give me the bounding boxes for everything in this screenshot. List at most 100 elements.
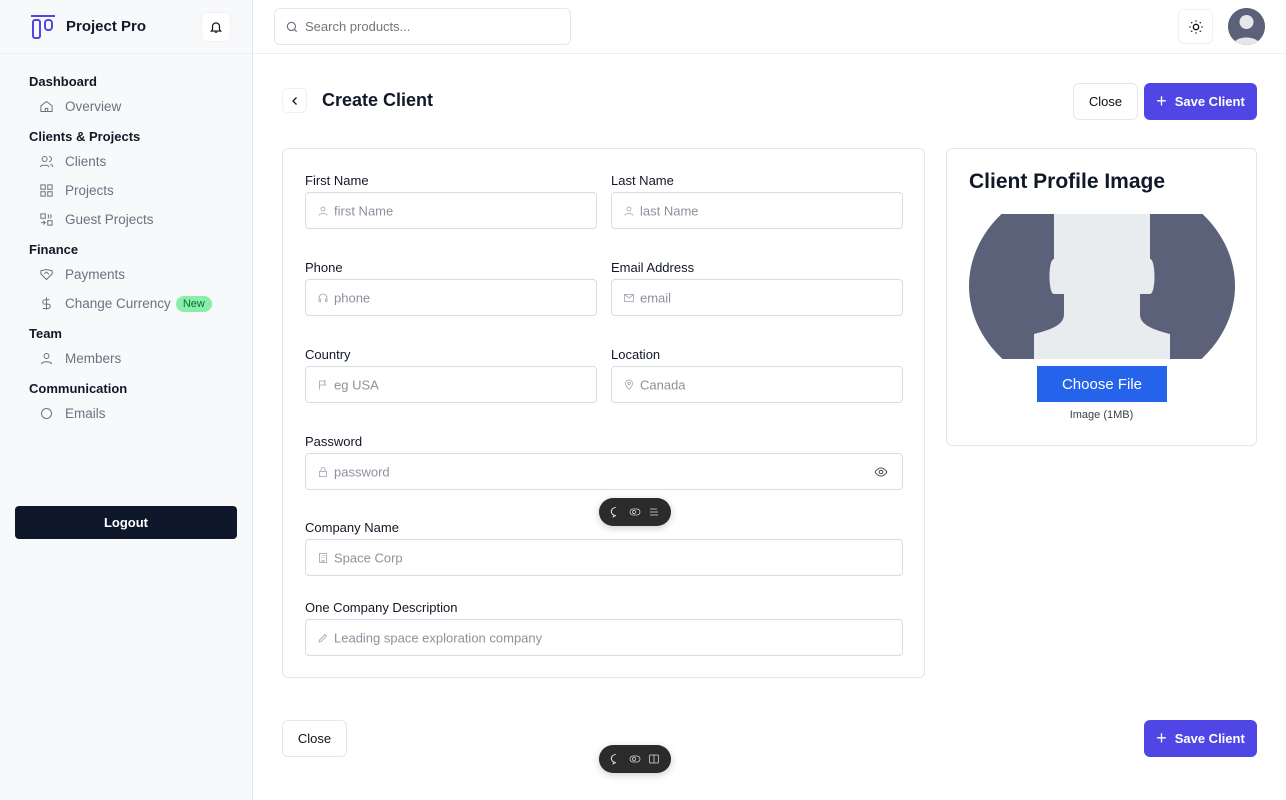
sidebar-section-title: Clients & Projects — [29, 129, 141, 144]
sidebar-item-label: Payments — [65, 267, 126, 282]
first-name-input-wrap: first Name — [334, 193, 596, 228]
company-name-field[interactable]: Space Corp — [305, 539, 903, 576]
bell-icon — [209, 22, 223, 33]
chevron-left-icon — [291, 96, 297, 105]
user-avatar[interactable] — [1228, 8, 1265, 45]
save-label: Save Client — [1174, 731, 1245, 746]
user-icon — [318, 206, 328, 216]
sidebar: Project Pro Dashboard Overview Clients & P… — [0, 0, 253, 800]
comment-icon[interactable] — [610, 506, 622, 518]
email-input[interactable] — [640, 280, 902, 315]
theme-toggle-button[interactable] — [1178, 9, 1213, 44]
notifications-button[interactable] — [201, 12, 231, 42]
app-name: Project Pro — [66, 18, 147, 35]
company-description-input[interactable] — [334, 620, 902, 655]
last-name-field[interactable]: last Name — [611, 192, 903, 229]
email-field[interactable]: email — [611, 279, 903, 316]
last-name-input-wrap: last Name — [640, 193, 902, 228]
profile-image-card: Client Profile Image Choose File Image (… — [946, 148, 1257, 446]
logo-icon — [31, 14, 55, 39]
building-icon — [319, 552, 327, 563]
plus-icon: + — [1156, 728, 1167, 748]
phone-input[interactable] — [334, 280, 596, 315]
password-input[interactable] — [334, 454, 874, 489]
sidebar-item-label: Emails — [65, 406, 106, 421]
company-name-label: Company Name — [305, 520, 399, 535]
guest-grid-icon — [40, 213, 53, 226]
sidebar-item-label: Change Currency — [65, 296, 171, 311]
profile-image-title: Client Profile Image — [969, 170, 1166, 193]
location-input-wrap: Canada — [640, 367, 902, 402]
eye-icon[interactable] — [874, 465, 888, 479]
sidebar-item-emails[interactable]: Emails — [0, 399, 252, 427]
sidebar-item-guest-projects[interactable]: Guest Projects — [0, 205, 252, 234]
save-client-button-top[interactable]: + Save Client — [1144, 83, 1257, 120]
password-input-wrap: password — [334, 454, 874, 489]
password-field[interactable]: password — [305, 453, 903, 490]
sidebar-section-title: Finance — [29, 242, 79, 257]
profile-placeholder-image — [969, 214, 1235, 359]
country-label: Country — [305, 347, 351, 362]
sidebar-item-overview[interactable]: Overview — [0, 92, 252, 121]
settings-lines-icon[interactable] — [648, 506, 660, 518]
password-label: Password — [305, 434, 363, 449]
sun-icon — [1188, 19, 1203, 34]
search-box[interactable] — [274, 8, 571, 45]
sidebar-item-change-currency[interactable]: Change Currency New — [0, 289, 252, 318]
sidebar-item-clients[interactable]: Clients — [0, 147, 252, 176]
sidebar-item-projects[interactable]: Projects — [0, 176, 252, 205]
eye-toggle-icon[interactable] — [629, 506, 641, 518]
sidebar-item-label: Overview — [65, 99, 122, 114]
country-input[interactable] — [334, 367, 596, 402]
phone-field[interactable]: phone — [305, 279, 597, 316]
user-icon — [624, 206, 634, 216]
back-button[interactable] — [282, 88, 307, 113]
first-name-field[interactable]: first Name — [305, 192, 597, 229]
panel-icon[interactable] — [648, 753, 660, 765]
email-input-wrap: email — [640, 280, 902, 315]
last-name-label: Last Name — [611, 173, 674, 188]
comment-icon[interactable] — [610, 753, 622, 765]
phone-icon — [318, 293, 328, 302]
sidebar-item-payments[interactable]: Payments — [0, 260, 252, 289]
close-button-bottom[interactable]: Close — [282, 720, 347, 757]
location-input[interactable] — [640, 367, 902, 402]
phone-label: Phone — [305, 260, 343, 275]
handshake-icon — [40, 268, 53, 281]
sidebar-nav: Dashboard Overview Clients & Projects Clien… — [0, 72, 252, 427]
image-size-note: Image (1MB) — [1069, 409, 1134, 421]
flag-icon — [319, 380, 327, 389]
sidebar-item-label: Guest Projects — [65, 212, 154, 227]
last-name-input[interactable] — [640, 193, 902, 228]
pin-icon — [625, 379, 633, 390]
company-description-field[interactable]: Leading space exploration company — [305, 619, 903, 656]
user-icon — [41, 353, 52, 365]
save-client-button-bottom[interactable]: + Save Client — [1144, 720, 1257, 757]
pencil-icon — [318, 633, 328, 643]
location-field[interactable]: Canada — [611, 366, 903, 403]
sidebar-section-title: Team — [29, 326, 62, 341]
users-icon — [39, 156, 54, 168]
choose-file-button[interactable]: Choose File — [1037, 366, 1167, 402]
logout-button[interactable]: Logout — [15, 506, 237, 539]
eye-toggle-icon[interactable] — [629, 753, 641, 765]
country-field[interactable]: eg USA — [305, 366, 597, 403]
company-name-input[interactable] — [334, 540, 902, 575]
company-description-label: One Company Description — [305, 600, 458, 615]
company-description-input-wrap: Leading space exploration company — [334, 620, 902, 655]
sidebar-item-members[interactable]: Members — [0, 344, 252, 373]
dollar-icon — [42, 297, 51, 310]
floating-toolbar — [599, 498, 671, 526]
mail-icon — [624, 293, 634, 302]
search-input[interactable] — [305, 19, 545, 34]
client-form: First Name first Name Last Name last Name Ph… — [282, 148, 925, 678]
mail-icon — [41, 408, 52, 419]
email-label: Email Address — [611, 260, 695, 275]
home-icon — [40, 100, 53, 112]
search-icon — [286, 21, 298, 32]
lock-icon — [319, 466, 327, 477]
location-label: Location — [611, 347, 661, 362]
first-name-input[interactable] — [334, 193, 596, 228]
close-button-top[interactable]: Close — [1073, 83, 1138, 120]
topbar — [253, 0, 1286, 54]
